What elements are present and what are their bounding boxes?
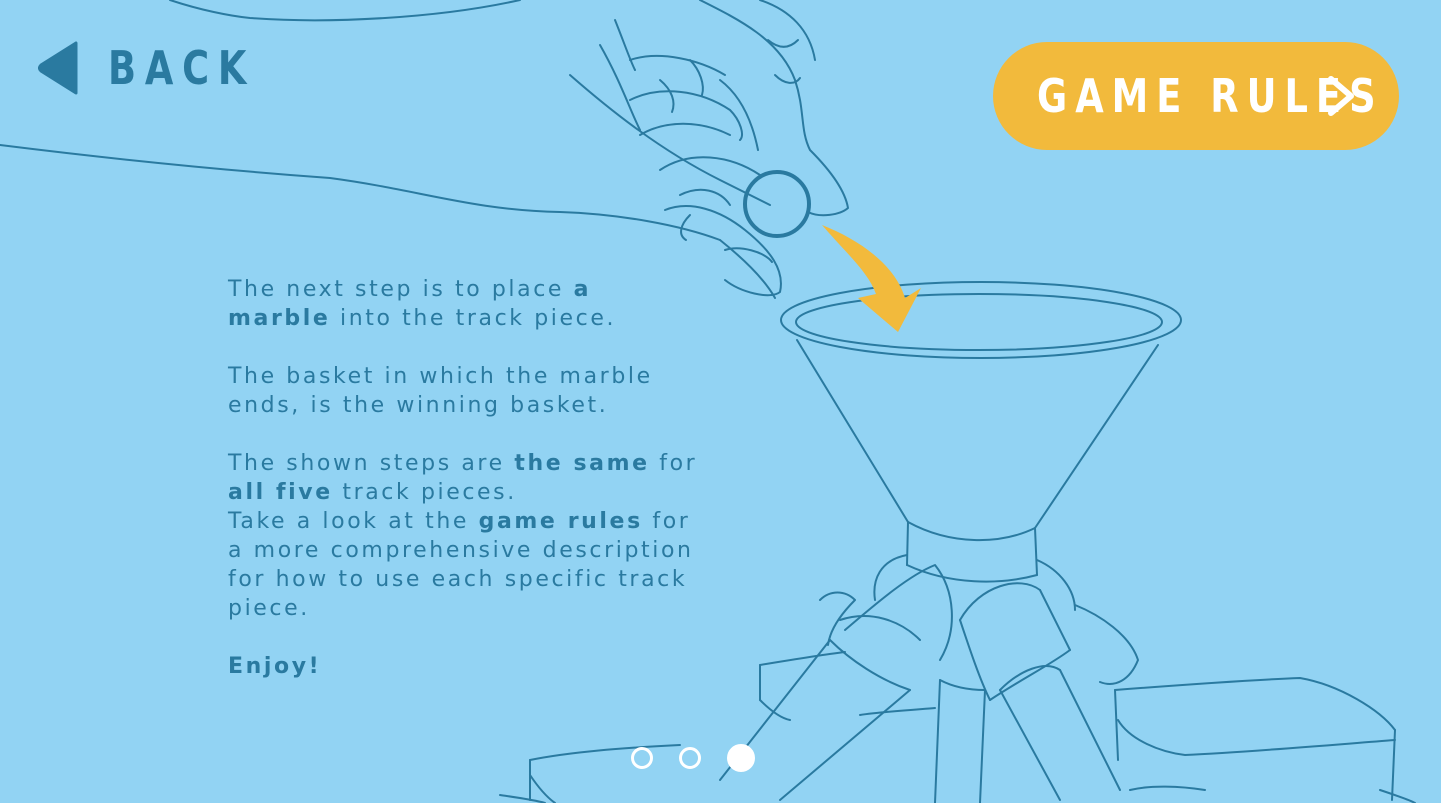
enjoy-text: Enjoy! — [228, 654, 322, 679]
page-dot-2[interactable] — [679, 747, 701, 769]
instruction-paragraph-steps: The shown steps are the same for all fiv… — [228, 449, 698, 507]
page-indicator — [631, 742, 755, 774]
highlight-the-same: the same — [514, 451, 650, 476]
instruction-paragraph-basket: The basket in which the marble ends, is … — [228, 364, 653, 418]
back-label: BACK — [108, 41, 256, 95]
back-button[interactable]: BACK — [38, 36, 292, 100]
instruction-paragraph-marble: The next step is to place a marble into … — [228, 275, 698, 333]
highlight-game-rules: game rules — [478, 509, 643, 534]
text-segment: The next step is to place — [228, 277, 574, 302]
instruction-enjoy: Enjoy! — [228, 652, 698, 681]
tutorial-screen: BACK GAME RULES The next step is to plac… — [0, 0, 1441, 803]
page-dot-3-active[interactable] — [727, 744, 755, 772]
triangle-left-icon — [38, 41, 78, 95]
chevron-right-icon — [1328, 76, 1354, 116]
game-rules-button[interactable]: GAME RULES — [993, 42, 1399, 150]
text-segment: into the track piece. — [330, 306, 617, 331]
highlight-all-five: all five — [228, 480, 333, 505]
text-segment: The shown steps are — [228, 451, 515, 476]
text-segment: for — [649, 451, 698, 476]
instructions-text: The next step is to place a marble into … — [228, 275, 698, 710]
page-dot-1[interactable] — [631, 747, 653, 769]
text-segment: Take a look at the — [228, 509, 479, 534]
text-segment: track pieces. — [332, 480, 517, 505]
instruction-paragraph-rules: Take a look at the game rules for a more… — [228, 507, 698, 623]
